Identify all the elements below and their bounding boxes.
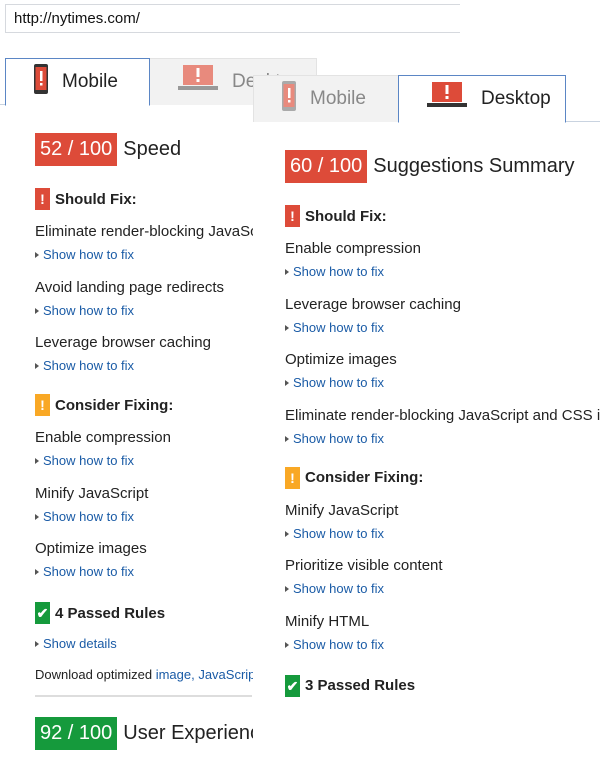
show-how-to-fix-link[interactable]: Show how to fix — [285, 522, 600, 545]
check-icon: ✔ — [35, 602, 50, 624]
rule-item: Prioritize visible content Show how to fi… — [285, 554, 600, 600]
download-links[interactable]: image, JavaScript — [156, 667, 259, 682]
section-title: 3 Passed Rules — [305, 677, 416, 694]
divider — [35, 695, 252, 697]
speed-score: 60 / 100 Suggestions Summary — [285, 150, 600, 183]
phone-icon — [254, 81, 310, 117]
alert-icon: ! — [35, 188, 50, 210]
tab-mobile[interactable]: Mobile — [253, 75, 399, 122]
show-how-to-fix-link[interactable]: Show how to fix — [285, 316, 600, 339]
rule-title: Minify HTML — [285, 612, 370, 630]
rule-title: Prioritize visible content — [285, 557, 443, 574]
show-how-to-fix-link[interactable]: Show how to fix — [285, 633, 600, 656]
tab-mobile[interactable]: Mobile — [5, 58, 150, 106]
rule-title: Minify JavaScript — [285, 501, 399, 519]
section-title: Should Fix: — [55, 190, 137, 208]
show-how-to-fix-link[interactable]: Show how to fix — [285, 260, 600, 283]
section-title: 4 Passed Rules — [55, 604, 166, 622]
alert-icon: ! — [285, 205, 300, 227]
rule-title: Enable compression — [285, 240, 421, 257]
laptop-icon — [399, 82, 481, 116]
section-title: Should Fix: — [305, 207, 387, 225]
tab-label: Desktop — [481, 88, 551, 109]
url-input[interactable]: http://nytimes.com/ — [5, 4, 460, 33]
desktop-results-panel: Mobile Desktop 60 / 100 Suggestions Summary… — [253, 75, 600, 773]
rule-item: Eliminate render-blocking JavaScript and… — [285, 404, 600, 450]
rule-item: Enable compression Show how to fix — [285, 237, 600, 283]
rule-item: Minify JavaScript Show how to fix — [285, 499, 600, 545]
laptop-icon — [150, 65, 232, 99]
tab-label: Mobile — [310, 88, 366, 109]
score-label: Suggestions Summary — [373, 155, 575, 177]
score-label: User Experience — [123, 722, 272, 744]
passed-rules-header: ✔ 3 Passed Rules — [285, 674, 600, 697]
tab-label: Mobile — [62, 71, 118, 92]
rule-title: Eliminate render-blocking JavaScript and… — [285, 406, 600, 424]
consider-fixing-header: ! Consider Fixing: — [285, 466, 600, 489]
show-how-to-fix-link[interactable]: Show how to fix — [285, 427, 600, 450]
should-fix-header: ! Should Fix: — [285, 205, 600, 227]
download-text: Download optimized — [35, 667, 156, 682]
tab-desktop[interactable]: Desktop — [398, 75, 566, 123]
alert-icon: ! — [285, 466, 300, 489]
section-title: Consider Fixing: — [55, 396, 174, 414]
show-how-to-fix-link[interactable]: Show how to fix — [285, 371, 600, 394]
show-how-to-fix-link[interactable]: Show how to fix — [285, 577, 600, 600]
device-tabs: Mobile Desktop — [253, 75, 600, 123]
score-badge: 92 / 100 — [35, 717, 118, 750]
rule-item: Leverage browser caching Show how to fix — [285, 293, 600, 339]
check-icon: ✔ — [285, 674, 300, 697]
rule-title: Leverage browser caching — [285, 295, 461, 313]
rule-item: Optimize images Show how to fix — [285, 348, 600, 394]
phone-icon — [6, 64, 62, 100]
section-title: Consider Fixing: — [305, 469, 424, 486]
rule-title: Optimize images — [285, 351, 397, 368]
score-badge: 60 / 100 — [285, 150, 368, 183]
rule-item: Minify HTML Show how to fix — [285, 610, 600, 656]
score-badge: 52 / 100 — [35, 133, 118, 166]
score-label: Speed — [123, 138, 182, 160]
alert-icon: ! — [35, 394, 50, 416]
